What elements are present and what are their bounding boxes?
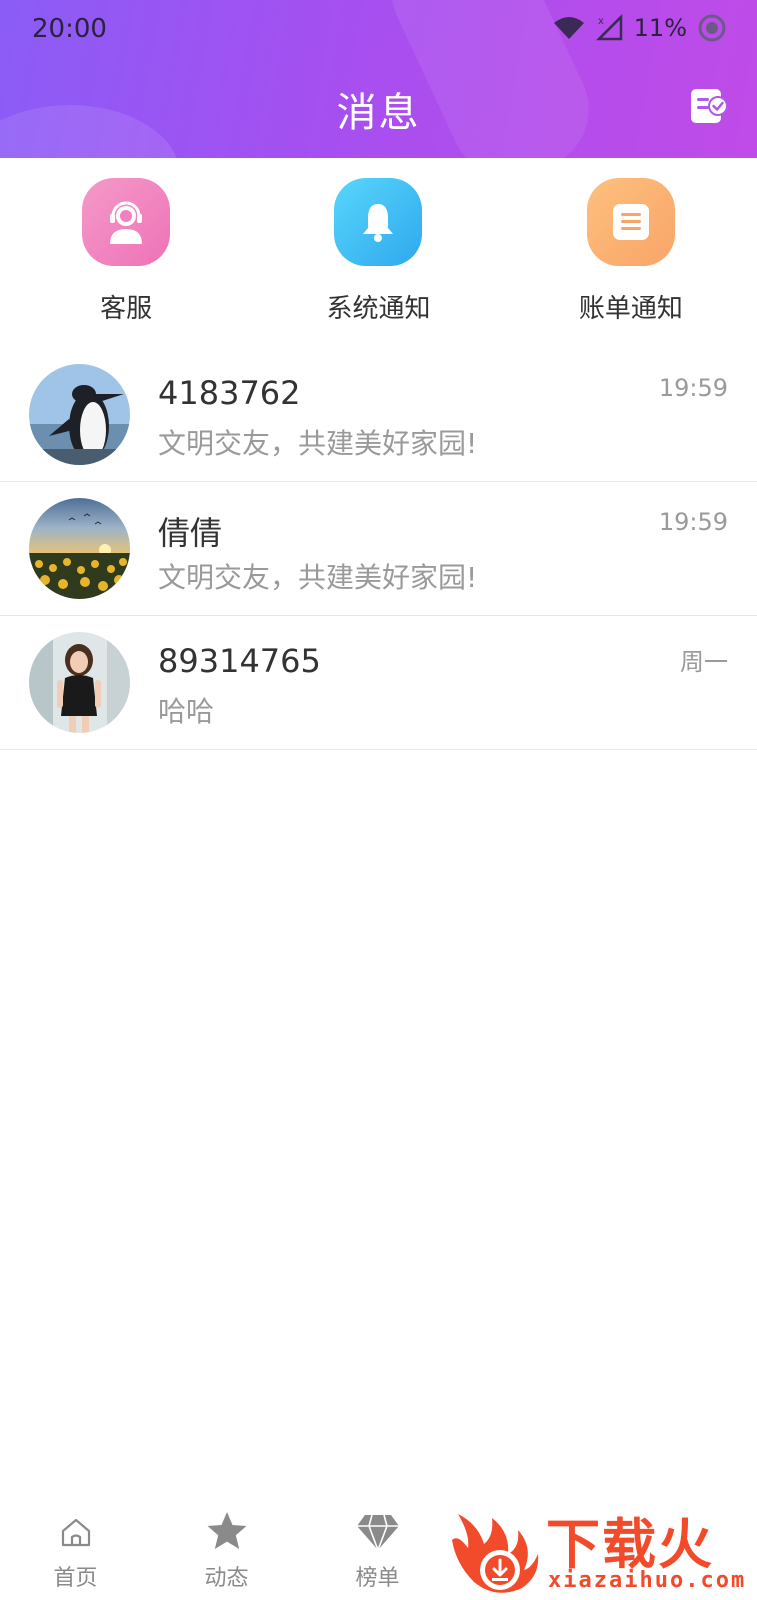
customer-service-icon bbox=[82, 178, 171, 266]
battery-text: 11% bbox=[633, 14, 687, 42]
contacts-check-icon[interactable] bbox=[689, 86, 729, 126]
message-preview: 文明交友，共建美好家园! bbox=[158, 561, 478, 594]
app-header: 20:00 x 11% 消息 bbox=[0, 0, 757, 158]
diamond-icon bbox=[354, 1508, 402, 1556]
message-preview: 文明交友，共建美好家园! bbox=[158, 427, 478, 460]
contact-name: 倩倩 bbox=[158, 514, 223, 552]
quick-entries: 客服 系统通知 账单通知 bbox=[0, 158, 757, 348]
quick-entry-label: 系统通知 bbox=[326, 294, 431, 324]
tab-label: 首页 bbox=[53, 1566, 98, 1591]
message-row[interactable]: 倩倩 文明交友，共建美好家园! 19:59 bbox=[0, 482, 757, 616]
status-icons: x 11% bbox=[552, 12, 727, 44]
quick-entry-customer-service[interactable]: 客服 bbox=[0, 158, 252, 348]
message-row[interactable]: 89314765 哈哈 周一 bbox=[0, 616, 757, 750]
sunflower-field-avatar bbox=[29, 498, 130, 599]
message-preview: 哈哈 bbox=[158, 695, 215, 728]
contact-name: 89314765 bbox=[158, 642, 321, 680]
no-sim-icon: x bbox=[595, 14, 624, 42]
home-icon bbox=[52, 1508, 100, 1556]
watermark-url: xiazaihuo.com bbox=[548, 1568, 747, 1593]
woman-photo-avatar bbox=[29, 632, 130, 733]
flame-logo-icon bbox=[448, 1504, 544, 1600]
quick-entry-label: 账单通知 bbox=[578, 294, 683, 324]
quick-entry-system-notice[interactable]: 系统通知 bbox=[252, 158, 504, 348]
star-icon bbox=[203, 1508, 251, 1556]
tab-home[interactable]: 首页 bbox=[0, 1498, 151, 1600]
tab-feed[interactable]: 动态 bbox=[151, 1498, 302, 1600]
message-time: 19:59 bbox=[658, 374, 728, 402]
contact-name: 4183762 bbox=[158, 374, 301, 412]
quick-entry-bill-notice[interactable]: 账单通知 bbox=[505, 158, 757, 348]
bell-icon bbox=[334, 178, 423, 266]
message-time: 周一 bbox=[680, 648, 728, 676]
quick-entry-label: 客服 bbox=[100, 294, 153, 324]
status-time: 20:00 bbox=[32, 14, 107, 44]
wifi-icon bbox=[552, 15, 586, 41]
message-time: 19:59 bbox=[658, 508, 728, 536]
tab-label: 榜单 bbox=[355, 1566, 400, 1591]
message-row[interactable]: 4183762 文明交友，共建美好家园! 19:59 bbox=[0, 348, 757, 482]
message-list: 4183762 文明交友，共建美好家园! 19:59 倩倩 文明交友，共建美好家… bbox=[0, 348, 757, 750]
watermark: 下载火 xiazaihuo.com bbox=[448, 1500, 757, 1600]
penguin-avatar bbox=[29, 364, 130, 465]
tab-ranking[interactable]: 榜单 bbox=[302, 1498, 453, 1600]
tab-label: 动态 bbox=[204, 1566, 249, 1591]
svg-text:x: x bbox=[598, 16, 604, 27]
bill-icon bbox=[586, 178, 675, 266]
page-title: 消息 bbox=[336, 90, 421, 136]
battery-ring-icon bbox=[697, 13, 727, 43]
